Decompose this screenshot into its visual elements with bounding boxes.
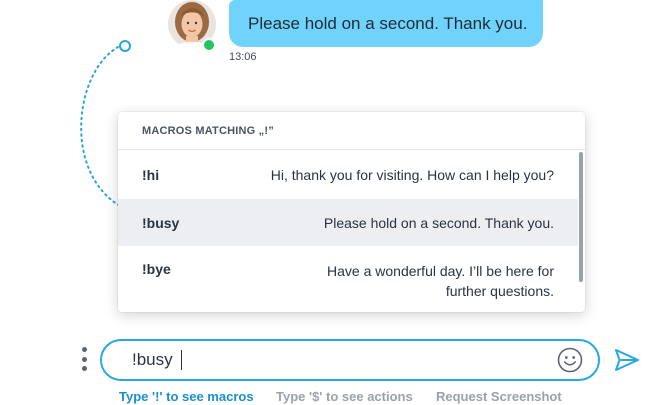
dot bbox=[81, 356, 87, 362]
vertical-dots-icon[interactable] bbox=[79, 347, 89, 371]
macro-key: !bye bbox=[142, 261, 171, 277]
macro-text: Hi, thank you for visiting. How can I he… bbox=[270, 167, 554, 183]
online-status-dot bbox=[202, 38, 216, 52]
macro-item-bye[interactable]: !bye Have a wonderful day. I’ll be here … bbox=[118, 246, 578, 312]
macros-scrollbar[interactable] bbox=[579, 152, 583, 282]
dot bbox=[81, 366, 87, 371]
request-screenshot-link[interactable]: Request Screenshot bbox=[436, 389, 562, 404]
macro-text: Please hold on a second. Thank you. bbox=[323, 214, 554, 231]
message-input-text: !busy bbox=[132, 350, 173, 369]
macro-text: Have a wonderful day. I’ll be here for f… bbox=[327, 263, 554, 299]
hint-macros-link[interactable]: Type '!' to see macros bbox=[119, 389, 254, 404]
smiley-icon[interactable] bbox=[557, 347, 583, 373]
macros-popup: MACROS MATCHING „!” !hi Hi, thank you fo… bbox=[118, 112, 585, 312]
chat-message-bubble: Please hold on a second. Thank you. bbox=[229, 0, 543, 47]
chat-message-text: Please hold on a second. Thank you. bbox=[248, 13, 528, 33]
chat-message-time: 13:06 bbox=[229, 51, 257, 63]
message-input-value[interactable]: !busy bbox=[132, 341, 182, 379]
text-caret bbox=[180, 350, 182, 370]
hint-actions-link[interactable]: Type '$' to see actions bbox=[276, 389, 413, 404]
paper-plane-icon[interactable] bbox=[613, 346, 641, 374]
message-input[interactable]: !busy bbox=[100, 339, 600, 381]
macro-item-busy[interactable]: !busy Please hold on a second. Thank you… bbox=[118, 199, 578, 246]
macros-header: MACROS MATCHING „!” bbox=[118, 112, 585, 150]
macro-key: !busy bbox=[142, 214, 180, 231]
macro-key: !hi bbox=[142, 167, 160, 183]
macro-item-hi[interactable]: !hi Hi, thank you for visiting. How can … bbox=[118, 151, 578, 199]
dot bbox=[81, 347, 87, 352]
